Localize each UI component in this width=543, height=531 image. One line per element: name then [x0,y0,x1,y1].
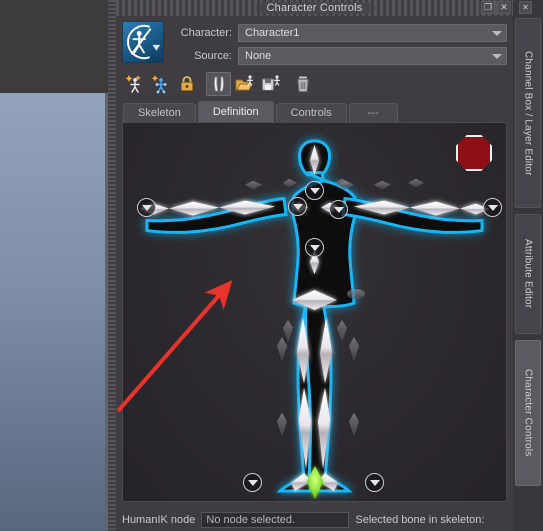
viewport-top-bar [0,0,112,93]
marker-right-hand[interactable] [483,198,502,217]
character-label: Character: [180,27,232,39]
lock-character-icon[interactable] [174,72,199,96]
field-group: Character: Character1 Source: None [170,21,507,65]
marker-left-elbow[interactable] [288,197,307,216]
humanik-node-label: HumanIK node [122,514,196,526]
source-dropdown[interactable]: None [238,47,507,65]
rail-tab-character-controls[interactable]: Character Controls [515,340,541,486]
rail-tab-attribute-editor[interactable]: Attribute Editor [515,214,541,334]
source-label: Source: [194,50,232,62]
marker-spine[interactable] [305,238,324,257]
marker-left-shoulder[interactable] [329,200,348,219]
source-value: None [245,50,272,62]
delete-definition-icon[interactable] [290,72,315,96]
chevron-down-icon [488,48,506,64]
humanik-character-figure [140,139,489,500]
tab-more[interactable]: --- [348,103,398,122]
load-definition-icon[interactable] [232,72,257,96]
rail-close-icon[interactable]: ✕ [519,1,532,14]
save-definition-icon[interactable] [258,72,283,96]
humanik-node-value[interactable]: No node selected. [201,512,350,528]
tab-controls[interactable]: Controls [275,103,347,122]
humanik-logo-button[interactable] [122,21,164,63]
tab-definition[interactable]: Definition [197,101,274,122]
rail-tab-channel-box-label: Channel Box / Layer Editor [522,50,534,176]
marker-neck[interactable] [305,181,324,200]
scene-viewport[interactable] [0,93,112,531]
character-dropdown[interactable]: Character1 [238,24,507,42]
character-row: Character: Character1 [170,24,507,42]
app-root: Character Controls ❐ ✕ Character: Charac… [0,0,543,531]
character-controls-panel: Character Controls ❐ ✕ Character: Charac… [116,0,513,531]
selected-bone-label: Selected bone in skeleton: [355,514,485,526]
chevron-down-icon [488,25,506,41]
humanik-logo-icon [127,24,161,60]
marker-right-foot[interactable] [365,473,384,492]
rail-tab-attribute-editor-label: Attribute Editor [522,239,534,309]
panel-title: Character Controls [258,2,371,14]
character-value: Character1 [245,27,300,39]
close-button[interactable]: ✕ [497,1,511,14]
rail-tab-channel-box[interactable]: Channel Box / Layer Editor [515,18,541,208]
dock-drag-handle[interactable] [108,0,116,531]
character-definition-view[interactable] [122,122,507,502]
right-tab-rail: ✕ Channel Box / Layer Editor Attribute E… [513,0,543,531]
marker-left-foot[interactable] [243,473,262,492]
panel-titlebar[interactable]: Character Controls ❐ ✕ [116,0,513,16]
marker-left-hand[interactable] [137,198,156,217]
status-bar: HumanIK node No node selected. Selected … [116,509,513,531]
controls-header: Character: Character1 Source: None Skele… [116,16,513,122]
definition-mode-icon[interactable] [206,72,231,96]
restore-button[interactable]: ❐ [481,1,495,14]
definition-toolbar [122,71,507,97]
definition-tabs: Skeleton Definition Controls --- [122,101,507,122]
rail-tab-character-controls-label: Character Controls [522,369,534,457]
create-control-rig-icon[interactable] [148,72,173,96]
create-character-definition-icon[interactable] [122,72,147,96]
source-row: Source: None [170,47,507,65]
titlebar-buttons: ❐ ✕ [481,1,511,14]
tab-skeleton[interactable]: Skeleton [123,103,196,122]
